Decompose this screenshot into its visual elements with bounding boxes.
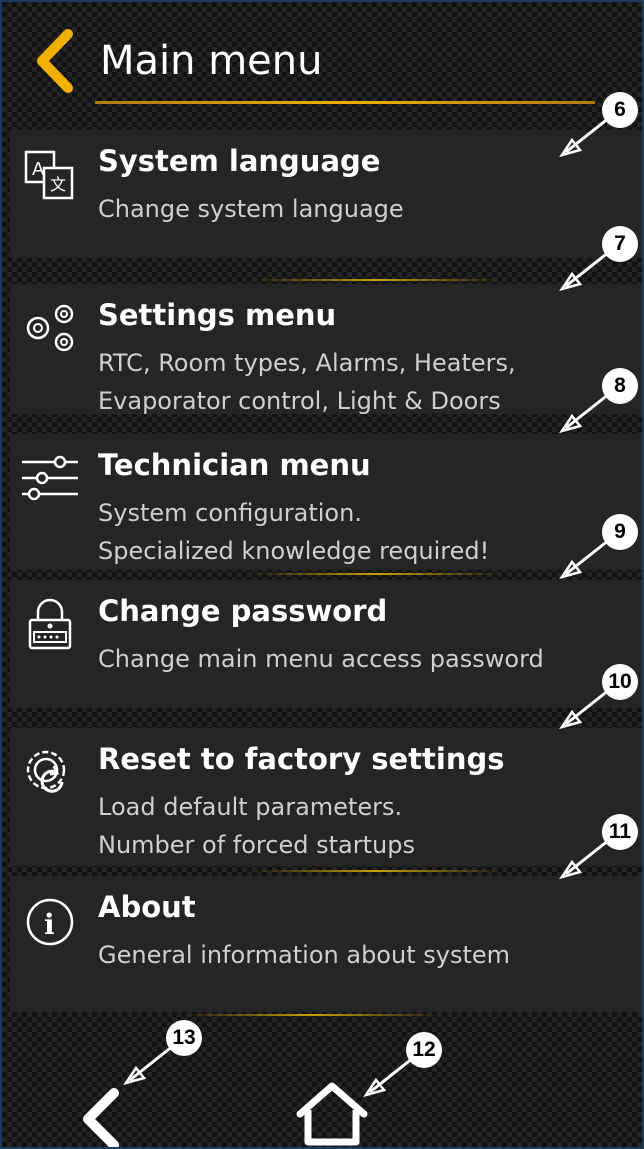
callout-6: 6 [558, 92, 638, 162]
menu-item-system-language[interactable]: A 文 System language Change system langua… [10, 130, 642, 258]
back-chevron-icon[interactable] [30, 26, 80, 96]
gears-icon [26, 304, 74, 352]
menu-item-settings-menu[interactable]: Settings menu RTC, Room types, Alarms, H… [10, 284, 642, 415]
callout-number: 9 [602, 514, 638, 550]
callout-number: 7 [602, 226, 638, 262]
divider [182, 1014, 442, 1016]
menu-item-description: Load default parameters. Number of force… [98, 788, 415, 864]
description-line: Specialized knowledge required! [98, 537, 490, 565]
menu-item-title: Change password [98, 594, 388, 628]
description-line: Change main menu access password [98, 645, 544, 673]
callout-7: 7 [558, 226, 638, 296]
sliders-icon [22, 455, 78, 501]
divider [252, 279, 502, 281]
menu-item-title: System language [98, 144, 381, 178]
menu-item-title: Technician menu [98, 448, 371, 482]
reset-gear-icon [26, 750, 66, 793]
menu-item-description: General information about system [98, 936, 510, 974]
description-line: RTC, Room types, Alarms, Heaters, [98, 349, 516, 377]
info-icon: i [26, 898, 74, 946]
svg-text:i: i [44, 908, 55, 941]
header-bar: Main menu [2, 2, 642, 104]
menu-item-technician-menu[interactable]: Technician menu System configuration. Sp… [10, 434, 642, 570]
description-line: Load default parameters. [98, 793, 403, 821]
menu-item-description: RTC, Room types, Alarms, Heaters, Evapor… [98, 344, 516, 420]
menu-item-title: Settings menu [98, 298, 337, 332]
callout-8: 8 [558, 368, 638, 438]
callout-11: 11 [558, 814, 638, 884]
divider [252, 573, 502, 575]
menu-item-reset-factory-settings[interactable]: Reset to factory settings Load default p… [10, 728, 642, 866]
description-line: Number of forced startups [98, 831, 415, 859]
callout-number: 10 [602, 664, 638, 700]
padlock-icon [28, 598, 72, 650]
divider [252, 870, 502, 872]
page-title: Main menu [100, 38, 323, 84]
callout-12: 12 [362, 1032, 442, 1102]
translate-icon: A 文 [24, 150, 74, 200]
menu-item-description: Change system language [98, 190, 404, 228]
callout-number: 11 [602, 814, 638, 850]
callout-number: 12 [406, 1032, 442, 1068]
nav-home-icon[interactable] [294, 1080, 370, 1148]
title-underline [95, 101, 595, 104]
callout-number: 8 [602, 368, 638, 404]
menu-item-title: About [98, 890, 196, 924]
callout-10: 10 [558, 664, 638, 734]
menu-item-change-password[interactable]: Change password Change main menu access … [10, 580, 642, 708]
callout-number: 13 [166, 1020, 202, 1056]
menu-item-description: System configuration. Specialized knowle… [98, 494, 489, 570]
description-line: Evaporator control, Light & Doors [98, 387, 501, 415]
menu-item-title: Reset to factory settings [98, 742, 505, 776]
menu-item-description: Change main menu access password [98, 640, 544, 678]
menu-item-about[interactable]: i About General information about system [10, 876, 642, 1012]
svg-text:文: 文 [50, 175, 66, 194]
description-line: Change system language [98, 195, 404, 223]
callout-13: 13 [122, 1020, 202, 1090]
nav-back-icon[interactable] [74, 1087, 134, 1147]
callout-number: 6 [602, 92, 638, 128]
description-line: System configuration. [98, 499, 362, 527]
callout-9: 9 [558, 514, 638, 584]
device-screen: Main menu A 文 System language Change sys… [0, 0, 644, 1149]
description-line: General information about system [98, 941, 510, 969]
